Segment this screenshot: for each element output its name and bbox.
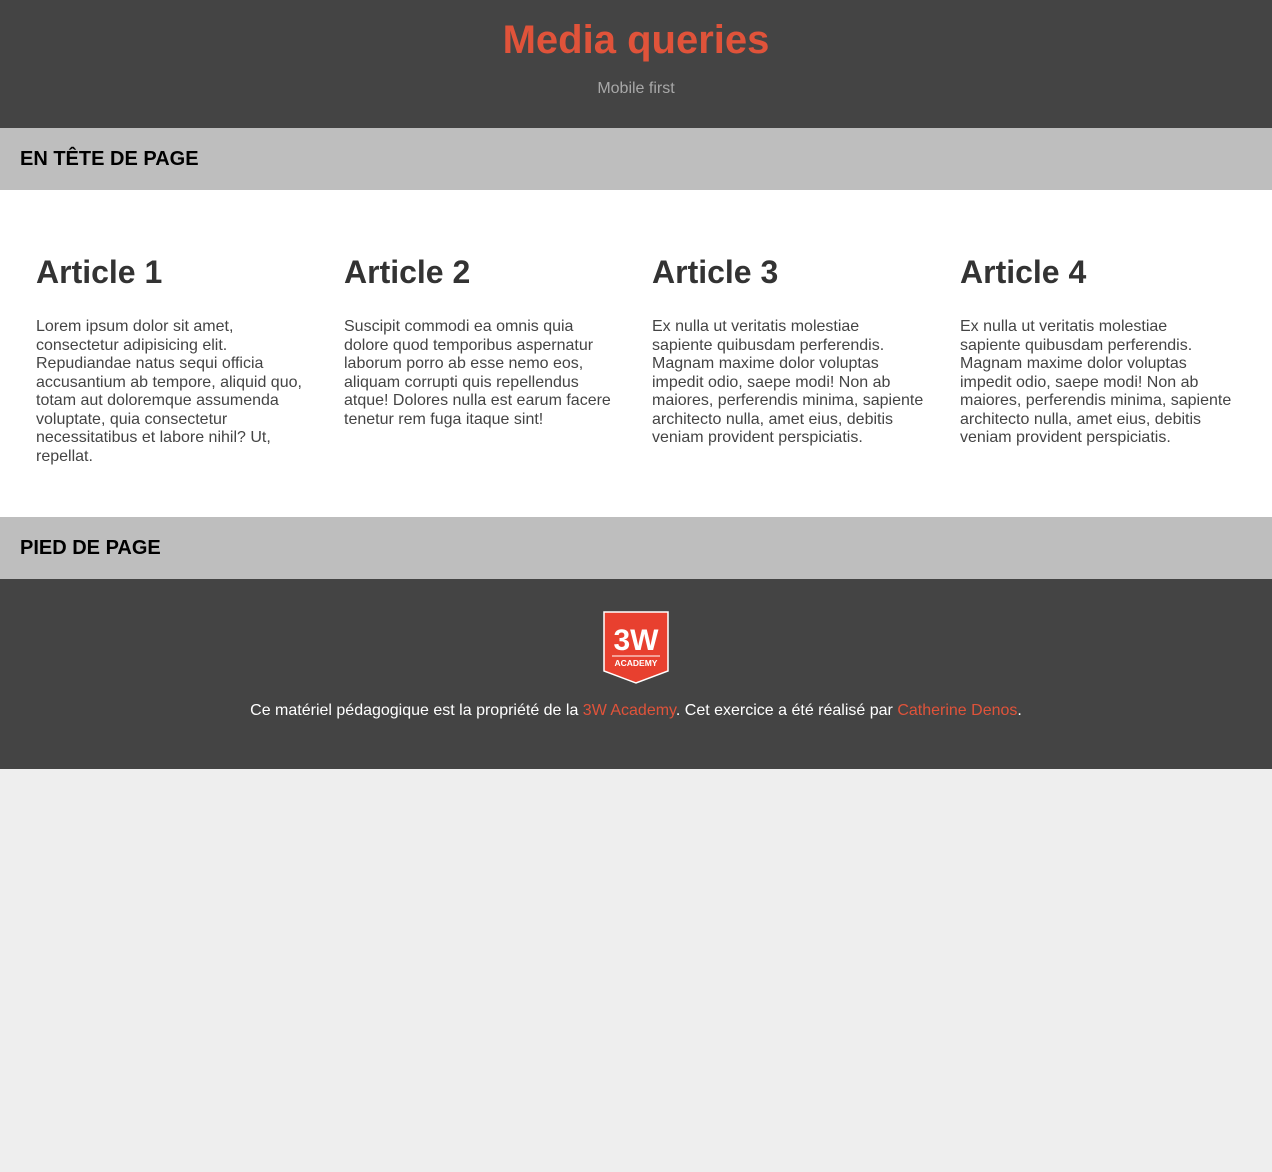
footer-bar-label: PIED DE PAGE [20,536,161,559]
logo-main-text: 3W [614,624,660,657]
credits-part-1: Ce matériel pédagogique est la propriété… [250,702,583,719]
article-title: Article 3 [652,254,779,290]
article-body: Suscipit commodi ea omnis quia dolore qu… [344,318,611,428]
credits-part-2: . Cet exercice a été réalisé par [675,702,898,719]
article-card-1: Article 1 Lorem ipsum dolor sit amet, co… [18,240,326,517]
article-card-2: Article 2 Suscipit commodi ea omnis quia… [326,240,634,517]
3w-academy-link[interactable]: 3W Academy [583,702,676,719]
article-title: Article 4 [960,254,1087,290]
credits-part-3: . [1017,702,1022,719]
logo-graphic: 3W ACADEMY [603,611,669,684]
article-title: Article 1 [36,254,163,290]
article-card-3: Article 3 Ex nulla ut veritatis molestia… [634,240,942,517]
header-bar: EN TÊTE DE PAGE [0,128,1272,190]
article-title: Article 2 [344,254,471,290]
page-subtitle: Mobile first [597,80,675,97]
3w-academy-logo-icon: 3W ACADEMY [603,611,669,684]
author-link[interactable]: Catherine Denos [897,702,1017,719]
credits-text: Ce matériel pédagogique est la propriété… [0,701,1272,721]
footer-bar: PIED DE PAGE [0,517,1272,579]
article-body: Ex nulla ut veritatis molestiae sapiente… [652,318,924,446]
top-banner: Media queries Mobile first [0,0,1272,128]
header-bar-label: EN TÊTE DE PAGE [20,147,199,170]
article-body: Ex nulla ut veritatis molestiae sapiente… [960,318,1232,446]
article-body: Lorem ipsum dolor sit amet, consectetur … [36,318,302,465]
article-card-4: Article 4 Ex nulla ut veritatis molestia… [942,240,1250,517]
page-title: Media queries [502,18,770,62]
bottom-banner: 3W ACADEMY Ce matériel pédagogique est l… [0,579,1272,769]
articles-section: Article 1 Lorem ipsum dolor sit amet, co… [0,190,1272,517]
logo-sub-text: ACADEMY [615,658,658,668]
